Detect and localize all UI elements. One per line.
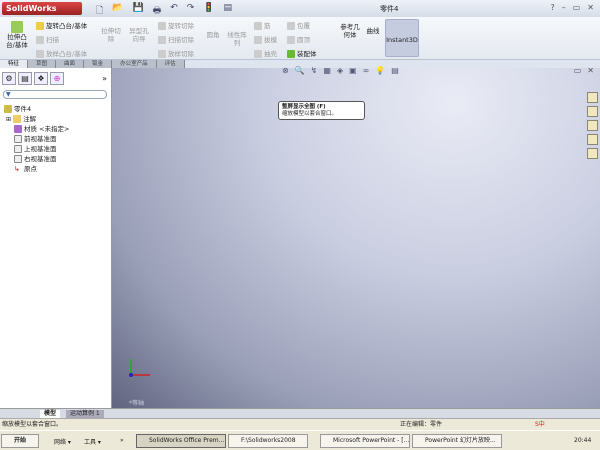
dome-button[interactable]: 圆顶	[287, 34, 310, 44]
command-tabs: 特征 草图 曲面 钣金 办公室产品 评估	[0, 60, 210, 68]
zoom-to-fit-icon[interactable]: ⊗	[282, 66, 289, 75]
draft-button[interactable]: 拔模	[254, 34, 277, 44]
status-message: 缩放模型以套合窗口。	[2, 421, 63, 428]
tooltip: 整屏显示全图 (F) 缩放模型以套合窗口。	[278, 101, 365, 120]
zoom-area-icon[interactable]: 🔍	[295, 66, 305, 75]
taskbar-item-solidworks[interactable]: SolidWorks Office Prem...	[136, 434, 226, 448]
tab-evaluate[interactable]: 评估	[156, 60, 185, 68]
start-button[interactable]: 开始	[1, 434, 39, 448]
window-title: 零件4	[380, 5, 399, 13]
tree-item-origin[interactable]: ↳ 原点	[14, 163, 37, 173]
network-toolbar[interactable]: 网络 ▾	[54, 437, 71, 446]
sweep-button[interactable]: 扫描	[36, 34, 59, 44]
editing-status: 正在编辑：零件	[400, 421, 443, 428]
curves-button[interactable]: 曲线	[364, 27, 382, 35]
tree-item-top-plane[interactable]: 上视基准面	[14, 143, 57, 153]
dimxpert-tab-icon[interactable]: ⊕	[50, 72, 64, 85]
feature-tree-tab-icon[interactable]: ⚙	[2, 72, 16, 85]
revolve-cut-button[interactable]: 旋转切除	[158, 20, 194, 30]
clock: 20:44	[574, 437, 592, 444]
extrude-boss-button[interactable]: 拉伸凸台/基体	[4, 21, 30, 49]
instant3d-button[interactable]: Instant3D	[385, 19, 419, 57]
tab-surfaces[interactable]: 曲面	[56, 60, 85, 68]
status-bar: 缩放模型以套合窗口。 正在编辑：零件 S中	[0, 418, 600, 430]
taskbar-item-powerpoint[interactable]: Microsoft PowerPoint - [...	[320, 434, 410, 448]
filter-input[interactable]: ▼	[3, 90, 107, 99]
command-manager: 拉伸凸台/基体 旋转凸台/基体 扫描 放样凸台/基体 拉伸切除 异型孔向导 旋转…	[0, 17, 600, 60]
loft-cut-button[interactable]: 放样切除	[158, 48, 194, 58]
tab-office-products[interactable]: 办公室产品	[112, 60, 157, 68]
view-close-button[interactable]: ✕	[587, 66, 594, 75]
tab-motion-study[interactable]: 运动算例 1	[66, 410, 104, 418]
ime-indicator[interactable]: S中	[535, 419, 545, 430]
reference-triad-icon	[129, 359, 150, 377]
tree-item-annotations[interactable]: ⊞ 注解	[6, 113, 36, 123]
loft-boss-button[interactable]: 放样凸台/基体	[36, 48, 87, 58]
appearances-icon[interactable]	[587, 148, 598, 159]
graphics-viewport[interactable]: ⊗ 🔍 ↯ ▦ ◈ ▣ ∞ 💡 ▤ ▭ ✕ 整屏显示全图 (F) 缩放模型以套合…	[112, 66, 600, 410]
extrude-cut-button[interactable]: 拉伸切除	[100, 27, 122, 43]
minimize-button[interactable]: –	[562, 3, 566, 12]
hole-wizard-button[interactable]: 异型孔向导	[128, 27, 150, 43]
property-manager-tab-icon[interactable]: ▤	[18, 72, 32, 85]
bottom-tabs: 模型 运动算例 1	[0, 408, 600, 418]
expand-panel-button[interactable]: »	[102, 74, 107, 83]
taskbar-item-folder[interactable]: F:\Solidworks2008	[228, 434, 308, 448]
view-orientation-icon[interactable]: ◈	[337, 66, 343, 75]
tree-item-front-plane[interactable]: 前视基准面	[14, 133, 57, 143]
tab-features[interactable]: 特征	[0, 60, 29, 68]
reference-geometry-button[interactable]: 参考几何体	[338, 23, 362, 39]
more-button[interactable]: »	[120, 437, 124, 444]
section-view-icon[interactable]: ▦	[323, 66, 331, 75]
title-bar: SolidWorks 🗋 📂 💾 🖶 ↶ ↷ 🚦 ▤ 零件4 ? – ▭ ✕	[0, 0, 600, 17]
tools-toolbar[interactable]: 工具 ▾	[84, 437, 101, 446]
assembly-features-button[interactable]: 装配体	[287, 48, 317, 58]
sweep-cut-button[interactable]: 扫描切除	[158, 34, 194, 44]
taskbar: 开始 网络 ▾ 工具 ▾ » SolidWorks Office Prem...…	[0, 430, 600, 450]
help-button[interactable]: ?	[550, 3, 554, 12]
tree-item-right-plane[interactable]: 右视基准面	[14, 153, 57, 163]
restore-button[interactable]: ▭	[573, 3, 581, 12]
heads-up-view-toolbar: ⊗ 🔍 ↯ ▦ ◈ ▣ ∞ 💡 ▤	[282, 66, 399, 75]
close-button[interactable]: ✕	[587, 3, 594, 12]
tab-sheet-metal[interactable]: 钣金	[84, 60, 113, 68]
configuration-tab-icon[interactable]: ❖	[34, 72, 48, 85]
tree-item-part[interactable]: 零件4	[4, 103, 31, 113]
view-restore-button[interactable]: ▭	[574, 66, 582, 75]
fillet-button[interactable]: 圆角	[205, 31, 221, 39]
hide-show-icon[interactable]: ∞	[363, 66, 370, 75]
tab-sketch[interactable]: 草图	[28, 60, 57, 68]
previous-view-icon[interactable]: ↯	[311, 66, 318, 75]
view-palette-icon[interactable]	[587, 134, 598, 145]
feature-manager-panel: ⚙ ▤ ❖ ⊕ » ▼ 零件4 ⊞ 注解 材质 <未指定> 前视基准面 上视基准…	[0, 68, 112, 408]
tree-item-material[interactable]: 材质 <未指定>	[14, 123, 69, 133]
wrap-button[interactable]: 包覆	[287, 20, 310, 30]
file-explorer-icon[interactable]	[587, 120, 598, 131]
funnel-icon: ▼	[6, 91, 11, 98]
task-pane-tabs	[587, 92, 598, 159]
resources-icon[interactable]	[587, 92, 598, 103]
rib-button[interactable]: 筋	[254, 20, 271, 30]
taskbar-item-slideshow[interactable]: PowerPoint 幻灯片放映...	[412, 434, 502, 448]
shell-button[interactable]: 抽壳	[254, 48, 277, 58]
revolve-boss-button[interactable]: 旋转凸台/基体	[36, 20, 87, 30]
lighting-icon[interactable]: 💡	[375, 66, 385, 75]
view-orientation-label: *等轴	[129, 400, 145, 407]
solidworks-logo[interactable]: SolidWorks	[2, 2, 82, 15]
linear-pattern-button[interactable]: 线性阵列	[226, 31, 248, 47]
display-style-icon[interactable]: ▣	[349, 66, 357, 75]
view-settings-icon[interactable]: ▤	[391, 66, 399, 75]
tab-model[interactable]: 模型	[40, 410, 61, 418]
design-library-icon[interactable]	[587, 106, 598, 117]
